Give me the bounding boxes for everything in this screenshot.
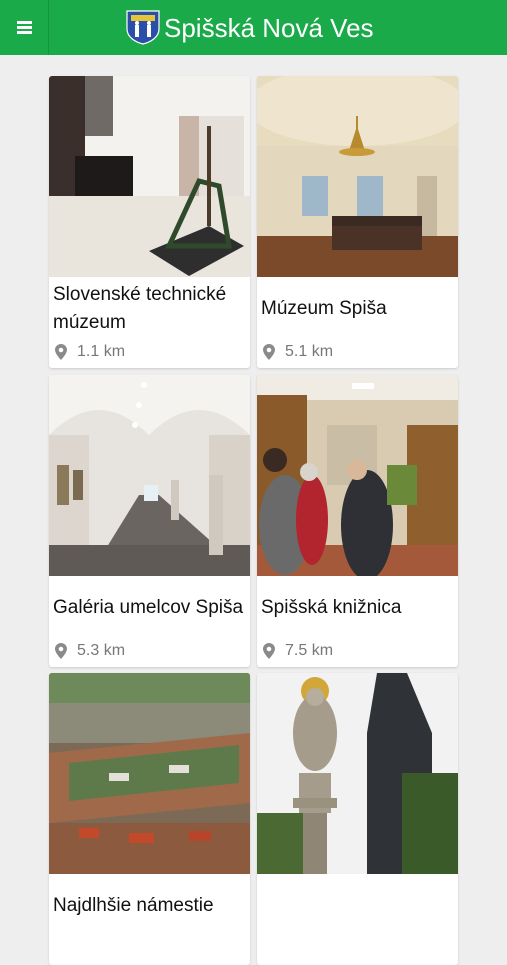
place-distance: 7.5 km — [263, 641, 333, 661]
place-name: Najdlhšie námestie — [53, 895, 214, 916]
app-title: Spišská Nová Ves — [164, 13, 374, 43]
place-card[interactable]: Galéria umelcov Spiša 5.3 km — [49, 375, 250, 667]
place-name: Spišská knižnica — [261, 597, 402, 618]
place-name: Galéria umelcov Spiša — [53, 597, 244, 618]
location-pin-icon — [263, 643, 275, 659]
toolbar-divider — [48, 0, 49, 55]
distance-text: 1.1 km — [77, 343, 126, 360]
place-photo — [257, 76, 458, 277]
place-card[interactable]: Najdlhšie námestie — [49, 673, 250, 965]
distance-text: 7.5 km — [285, 642, 334, 659]
hamburger-menu-icon — [16, 21, 32, 34]
place-photo — [49, 375, 250, 576]
place-card[interactable] — [257, 673, 458, 965]
distance-text: 5.3 km — [77, 642, 126, 659]
distance-text: 5.1 km — [285, 343, 334, 360]
place-name: Múzeum Spiša — [261, 298, 387, 319]
place-photo — [257, 673, 458, 874]
place-distance: 5.1 km — [263, 342, 333, 362]
place-card[interactable]: Slovenské technické múzeum 1.1 km — [49, 76, 250, 368]
location-pin-icon — [55, 344, 67, 360]
place-name — [261, 874, 454, 938]
place-distance: 5.3 km — [55, 641, 125, 661]
place-name: Slovenské technické múzeum — [53, 284, 227, 333]
place-photo — [257, 375, 458, 576]
place-photo — [49, 76, 250, 277]
location-pin-icon — [263, 344, 275, 360]
coat-of-arms-icon — [126, 10, 160, 45]
location-pin-icon — [55, 643, 67, 659]
place-photo — [49, 673, 250, 874]
place-card[interactable]: Múzeum Spiša 5.1 km — [257, 76, 458, 368]
place-card[interactable]: Spišská knižnica 7.5 km — [257, 375, 458, 667]
menu-button[interactable] — [0, 0, 48, 55]
app-bar: Spišská Nová Ves — [0, 0, 507, 55]
place-distance: 1.1 km — [55, 342, 125, 362]
